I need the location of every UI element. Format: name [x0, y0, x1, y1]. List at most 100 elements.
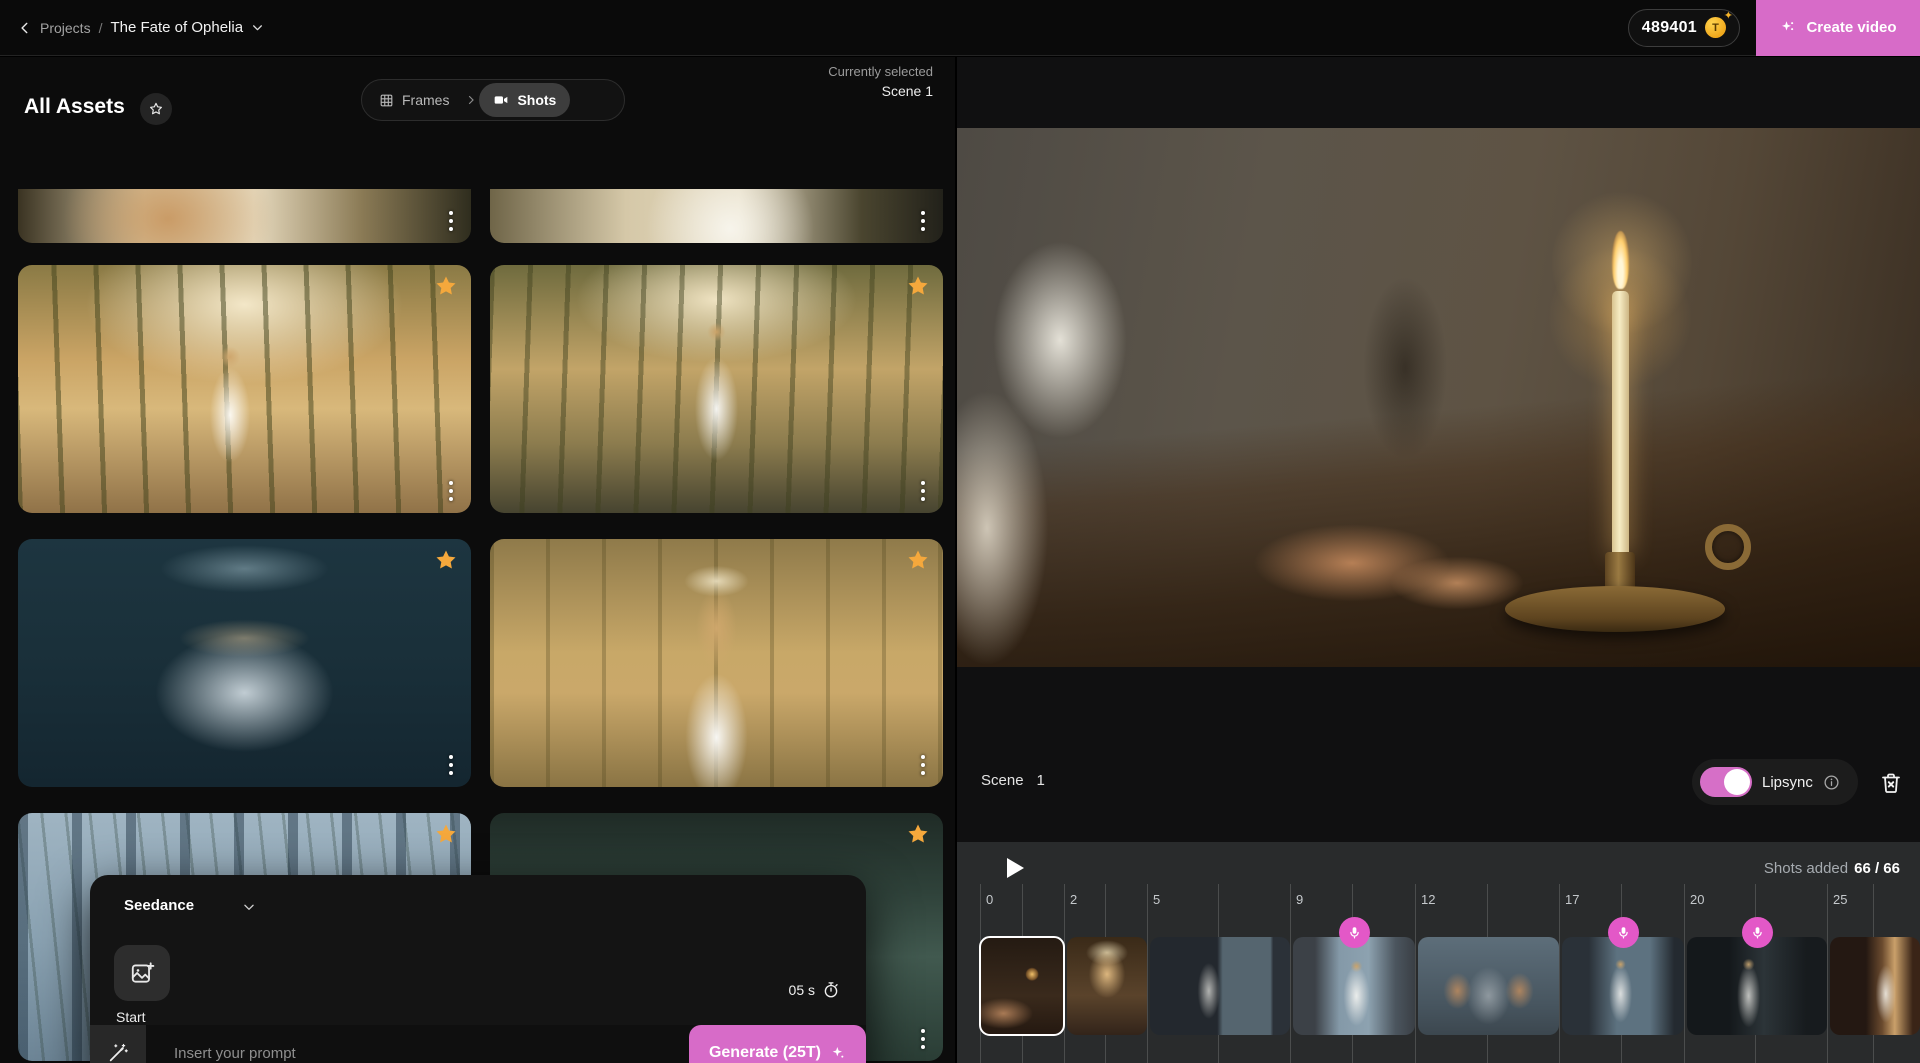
card-menu-icon[interactable] [921, 755, 925, 775]
asset-card[interactable] [490, 539, 943, 787]
asset-card[interactable] [490, 189, 943, 243]
tick-label: 12 [1421, 892, 1435, 907]
timeline-section: Shots added66 / 66 0 2 5 9 12 17 20 25 [957, 842, 1920, 1063]
starred-badge-icon[interactable] [906, 274, 930, 298]
video-preview[interactable] [957, 128, 1920, 667]
timeline-shot-thumb[interactable] [1830, 937, 1920, 1035]
play-button[interactable] [1004, 856, 1026, 880]
create-video-button[interactable]: Create video [1756, 0, 1920, 56]
back-chevron-icon[interactable] [18, 21, 32, 35]
tick-label: 25 [1833, 892, 1847, 907]
star-outline-icon [148, 101, 164, 117]
tick-label: 0 [986, 892, 993, 907]
timeline-shot-thumb[interactable] [1067, 937, 1147, 1035]
candle-holder-ring [1705, 524, 1751, 570]
card-menu-icon[interactable] [449, 481, 453, 501]
currently-selected-block: Currently selected Scene 1 [828, 63, 933, 101]
tick-label: 5 [1153, 892, 1160, 907]
token-balance-pill[interactable]: 489401 T✦ [1628, 9, 1740, 47]
shots-added-value: 66 / 66 [1854, 860, 1900, 877]
lipsync-toggle[interactable] [1700, 767, 1752, 797]
tick-line [1064, 884, 1065, 1063]
timeline-shot-thumb[interactable] [980, 937, 1064, 1035]
tick-label: 2 [1070, 892, 1077, 907]
toggle-knob [1724, 769, 1750, 795]
grid-icon [379, 93, 394, 108]
asset-card[interactable] [18, 189, 471, 243]
card-menu-icon[interactable] [921, 1029, 925, 1049]
card-menu-icon[interactable] [921, 211, 925, 231]
info-icon[interactable] [1823, 774, 1840, 791]
generate-sparkle-icon [830, 1045, 846, 1061]
sparkles-icon [1779, 19, 1797, 37]
start-frame-label: Start [116, 1009, 146, 1025]
shots-added-label: Shots added [1764, 860, 1848, 877]
tick-line [1290, 884, 1291, 1063]
tab-shots-label: Shots [517, 92, 556, 108]
asset-card[interactable] [18, 539, 471, 787]
frames-shots-toggle: Frames Shots [361, 79, 625, 121]
card-menu-icon[interactable] [449, 755, 453, 775]
token-count: 489401 [1642, 19, 1697, 37]
tick-label: 17 [1565, 892, 1579, 907]
stopwatch-icon [822, 981, 840, 999]
duration-value: 05 s [789, 982, 815, 998]
candle-holder-dish [1505, 586, 1725, 632]
tick-line [1415, 884, 1416, 1063]
timeline-shot-thumb[interactable] [1562, 937, 1684, 1035]
asset-card[interactable] [18, 265, 471, 513]
lipsync-mic-badge[interactable] [1742, 917, 1773, 948]
asset-card[interactable] [490, 265, 943, 513]
topbar-right: 489401 T✦ Create video [1628, 0, 1920, 55]
scene-number: 1 [1037, 772, 1045, 789]
delete-scene-button[interactable] [1878, 770, 1904, 796]
starred-badge-icon[interactable] [434, 274, 458, 298]
tab-frames-label: Frames [402, 92, 449, 108]
card-menu-icon[interactable] [921, 481, 925, 501]
start-frame-upload-button[interactable] [114, 945, 170, 1001]
enhance-prompt-button[interactable] [90, 1025, 146, 1063]
model-chevron-down-icon[interactable] [242, 900, 256, 914]
image-plus-icon [129, 960, 155, 986]
lipsync-label: Lipsync [1762, 774, 1813, 791]
timeline-shot-thumb[interactable] [1293, 937, 1415, 1035]
currently-selected-caption: Currently selected [828, 63, 933, 81]
assets-panel: All Assets Frames Shots [0, 57, 955, 1063]
tick-line [1684, 884, 1685, 1063]
model-selector[interactable]: Seedance [124, 897, 194, 914]
magic-wand-icon [107, 1042, 129, 1063]
currently-selected-scene: Scene 1 [828, 81, 933, 101]
project-chevron-down-icon[interactable] [251, 21, 264, 34]
tab-shots[interactable]: Shots [479, 83, 570, 117]
app-root: Projects / The Fate of Ophelia 489401 T✦… [0, 0, 1920, 1063]
favorites-filter-button[interactable] [140, 93, 172, 125]
tick-label: 9 [1296, 892, 1303, 907]
assets-panel-title: All Assets [24, 95, 125, 119]
starred-badge-icon[interactable] [906, 822, 930, 846]
coin-sparkle-icon: ✦ [1724, 11, 1733, 22]
generate-label: Generate (25T) [709, 1044, 821, 1062]
card-menu-icon[interactable] [449, 211, 453, 231]
prompt-bar: Generate (25T) [90, 1025, 866, 1063]
timeline-shot-thumb[interactable] [1418, 937, 1559, 1035]
generator-panel: Seedance Start 05 s [90, 875, 866, 1063]
generate-button[interactable]: Generate (25T) [689, 1025, 866, 1063]
top-bar: Projects / The Fate of Ophelia 489401 T✦… [0, 0, 1920, 56]
duration-selector[interactable]: 05 s [789, 981, 840, 999]
breadcrumb-projects-link[interactable]: Projects [40, 20, 91, 36]
timeline-shot-thumb[interactable] [1150, 937, 1290, 1035]
prompt-input[interactable] [146, 1025, 689, 1063]
starred-badge-icon[interactable] [434, 822, 458, 846]
lipsync-mic-badge[interactable] [1339, 917, 1370, 948]
lipsync-mic-badge[interactable] [1608, 917, 1639, 948]
starred-badge-icon[interactable] [434, 548, 458, 572]
lipsync-control: Lipsync [1692, 759, 1858, 805]
timeline-shot-thumb[interactable] [1687, 937, 1827, 1035]
candle [1612, 291, 1629, 556]
starred-badge-icon[interactable] [906, 548, 930, 572]
tick-line [1559, 884, 1560, 1063]
tab-frames[interactable]: Frames [365, 83, 463, 117]
project-title[interactable]: The Fate of Ophelia [110, 19, 243, 36]
breadcrumb-separator: / [99, 20, 103, 36]
camera-icon [493, 92, 509, 108]
